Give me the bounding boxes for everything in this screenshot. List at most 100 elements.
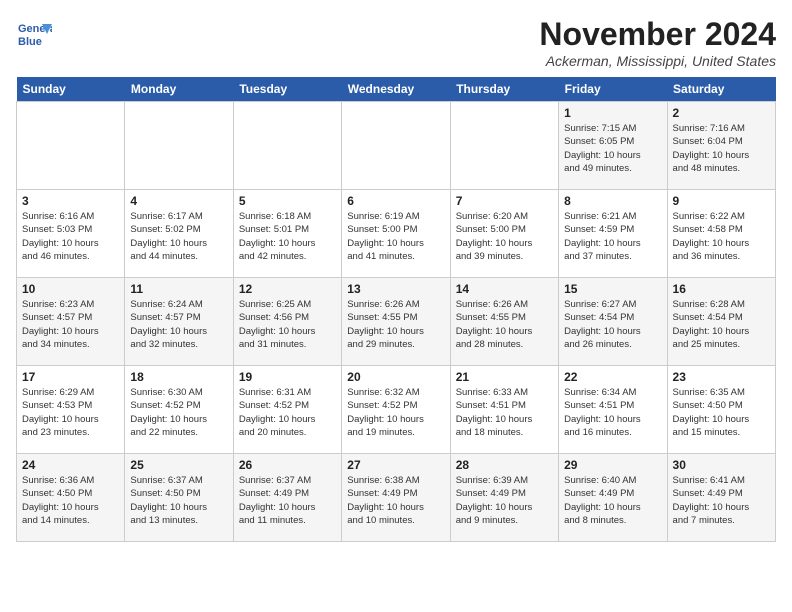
month-title: November 2024 xyxy=(539,16,776,53)
weekday-header-row: SundayMondayTuesdayWednesdayThursdayFrid… xyxy=(17,77,776,102)
calendar-day-cell: 30 Sunrise: 6:41 AM Sunset: 4:49 PM Dayli… xyxy=(667,454,775,542)
calendar-day-cell: 16 Sunrise: 6:28 AM Sunset: 4:54 PM Dayli… xyxy=(667,278,775,366)
day-info: Sunrise: 6:28 AM Sunset: 4:54 PM Dayligh… xyxy=(673,298,770,351)
calendar-day-cell: 19Sunrise: 6:31 AM Sunset: 4:52 PM Dayli… xyxy=(233,366,341,454)
calendar-day-cell xyxy=(342,102,450,190)
calendar-day-cell xyxy=(450,102,558,190)
day-number: 19 xyxy=(239,370,336,384)
weekday-header: Friday xyxy=(559,77,667,102)
day-number: 7 xyxy=(456,194,553,208)
day-info: Sunrise: 6:33 AM Sunset: 4:51 PM Dayligh… xyxy=(456,386,553,439)
day-info: Sunrise: 6:26 AM Sunset: 4:55 PM Dayligh… xyxy=(347,298,444,351)
calendar-table: SundayMondayTuesdayWednesdayThursdayFrid… xyxy=(16,77,776,542)
day-info: Sunrise: 6:38 AM Sunset: 4:49 PM Dayligh… xyxy=(347,474,444,527)
weekday-header: Thursday xyxy=(450,77,558,102)
day-number: 30 xyxy=(673,458,770,472)
calendar-day-cell: 9 Sunrise: 6:22 AM Sunset: 4:58 PM Daylig… xyxy=(667,190,775,278)
title-area: November 2024 Ackerman, Mississippi, Uni… xyxy=(539,16,776,69)
day-number: 3 xyxy=(22,194,119,208)
calendar-day-cell xyxy=(17,102,125,190)
day-info: Sunrise: 6:39 AM Sunset: 4:49 PM Dayligh… xyxy=(456,474,553,527)
day-info: Sunrise: 6:17 AM Sunset: 5:02 PM Dayligh… xyxy=(130,210,227,263)
day-info: Sunrise: 6:22 AM Sunset: 4:58 PM Dayligh… xyxy=(673,210,770,263)
day-number: 20 xyxy=(347,370,444,384)
calendar-day-cell: 18 Sunrise: 6:30 AM Sunset: 4:52 PM Dayli… xyxy=(125,366,233,454)
day-info: Sunrise: 7:16 AM Sunset: 6:04 PM Dayligh… xyxy=(673,122,770,175)
calendar-day-cell: 27 Sunrise: 6:38 AM Sunset: 4:49 PM Dayli… xyxy=(342,454,450,542)
day-info: Sunrise: 6:37 AM Sunset: 4:50 PM Dayligh… xyxy=(130,474,227,527)
day-number: 9 xyxy=(673,194,770,208)
calendar-day-cell: 2 Sunrise: 7:16 AM Sunset: 6:04 PM Daylig… xyxy=(667,102,775,190)
day-number: 6 xyxy=(347,194,444,208)
calendar-day-cell: 25 Sunrise: 6:37 AM Sunset: 4:50 PM Dayli… xyxy=(125,454,233,542)
calendar-day-cell: 6Sunrise: 6:19 AM Sunset: 5:00 PM Daylig… xyxy=(342,190,450,278)
day-number: 8 xyxy=(564,194,661,208)
day-number: 2 xyxy=(673,106,770,120)
day-number: 25 xyxy=(130,458,227,472)
calendar-day-cell: 23Sunrise: 6:35 AM Sunset: 4:50 PM Dayli… xyxy=(667,366,775,454)
calendar-day-cell: 24 Sunrise: 6:36 AM Sunset: 4:50 PM Dayli… xyxy=(17,454,125,542)
day-number: 23 xyxy=(673,370,770,384)
day-number: 29 xyxy=(564,458,661,472)
calendar-day-cell xyxy=(233,102,341,190)
day-number: 26 xyxy=(239,458,336,472)
calendar-day-cell: 20 Sunrise: 6:32 AM Sunset: 4:52 PM Dayli… xyxy=(342,366,450,454)
calendar-day-cell: 14 Sunrise: 6:26 AM Sunset: 4:55 PM Dayli… xyxy=(450,278,558,366)
day-number: 24 xyxy=(22,458,119,472)
calendar-day-cell: 26 Sunrise: 6:37 AM Sunset: 4:49 PM Dayli… xyxy=(233,454,341,542)
day-number: 5 xyxy=(239,194,336,208)
calendar-day-cell: 4Sunrise: 6:17 AM Sunset: 5:02 PM Daylig… xyxy=(125,190,233,278)
day-info: Sunrise: 6:27 AM Sunset: 4:54 PM Dayligh… xyxy=(564,298,661,351)
day-info: Sunrise: 6:20 AM Sunset: 5:00 PM Dayligh… xyxy=(456,210,553,263)
day-info: Sunrise: 6:36 AM Sunset: 4:50 PM Dayligh… xyxy=(22,474,119,527)
calendar-day-cell: 12 Sunrise: 6:25 AM Sunset: 4:56 PM Dayli… xyxy=(233,278,341,366)
day-number: 28 xyxy=(456,458,553,472)
weekday-header: Saturday xyxy=(667,77,775,102)
day-number: 18 xyxy=(130,370,227,384)
day-number: 10 xyxy=(22,282,119,296)
weekday-header: Tuesday xyxy=(233,77,341,102)
day-number: 11 xyxy=(130,282,227,296)
day-number: 27 xyxy=(347,458,444,472)
location: Ackerman, Mississippi, United States xyxy=(539,53,776,69)
day-info: Sunrise: 6:24 AM Sunset: 4:57 PM Dayligh… xyxy=(130,298,227,351)
day-number: 1 xyxy=(564,106,661,120)
calendar-week-row: 24 Sunrise: 6:36 AM Sunset: 4:50 PM Dayli… xyxy=(17,454,776,542)
day-number: 12 xyxy=(239,282,336,296)
day-info: Sunrise: 6:41 AM Sunset: 4:49 PM Dayligh… xyxy=(673,474,770,527)
weekday-header: Wednesday xyxy=(342,77,450,102)
day-info: Sunrise: 6:32 AM Sunset: 4:52 PM Dayligh… xyxy=(347,386,444,439)
calendar-day-cell: 11 Sunrise: 6:24 AM Sunset: 4:57 PM Dayli… xyxy=(125,278,233,366)
calendar-day-cell: 10 Sunrise: 6:23 AM Sunset: 4:57 PM Dayli… xyxy=(17,278,125,366)
day-number: 17 xyxy=(22,370,119,384)
day-info: Sunrise: 6:26 AM Sunset: 4:55 PM Dayligh… xyxy=(456,298,553,351)
day-number: 15 xyxy=(564,282,661,296)
day-number: 14 xyxy=(456,282,553,296)
calendar-day-cell: 1 Sunrise: 7:15 AM Sunset: 6:05 PM Daylig… xyxy=(559,102,667,190)
calendar-week-row: 17 Sunrise: 6:29 AM Sunset: 4:53 PM Dayli… xyxy=(17,366,776,454)
calendar-week-row: 1 Sunrise: 7:15 AM Sunset: 6:05 PM Daylig… xyxy=(17,102,776,190)
weekday-header: Sunday xyxy=(17,77,125,102)
calendar-day-cell: 28 Sunrise: 6:39 AM Sunset: 4:49 PM Dayli… xyxy=(450,454,558,542)
calendar-week-row: 10 Sunrise: 6:23 AM Sunset: 4:57 PM Dayli… xyxy=(17,278,776,366)
logo-icon: General Blue xyxy=(16,16,52,52)
calendar-day-cell: 7 Sunrise: 6:20 AM Sunset: 5:00 PM Daylig… xyxy=(450,190,558,278)
day-number: 16 xyxy=(673,282,770,296)
calendar-day-cell: 17 Sunrise: 6:29 AM Sunset: 4:53 PM Dayli… xyxy=(17,366,125,454)
calendar-day-cell: 8Sunrise: 6:21 AM Sunset: 4:59 PM Daylig… xyxy=(559,190,667,278)
day-info: Sunrise: 6:37 AM Sunset: 4:49 PM Dayligh… xyxy=(239,474,336,527)
day-info: Sunrise: 6:34 AM Sunset: 4:51 PM Dayligh… xyxy=(564,386,661,439)
day-info: Sunrise: 6:30 AM Sunset: 4:52 PM Dayligh… xyxy=(130,386,227,439)
calendar-week-row: 3 Sunrise: 6:16 AM Sunset: 5:03 PM Daylig… xyxy=(17,190,776,278)
day-info: Sunrise: 6:29 AM Sunset: 4:53 PM Dayligh… xyxy=(22,386,119,439)
calendar-day-cell: 21Sunrise: 6:33 AM Sunset: 4:51 PM Dayli… xyxy=(450,366,558,454)
calendar-day-cell: 13Sunrise: 6:26 AM Sunset: 4:55 PM Dayli… xyxy=(342,278,450,366)
day-info: Sunrise: 6:25 AM Sunset: 4:56 PM Dayligh… xyxy=(239,298,336,351)
day-info: Sunrise: 6:16 AM Sunset: 5:03 PM Dayligh… xyxy=(22,210,119,263)
header: General Blue November 2024 Ackerman, Mis… xyxy=(16,16,776,69)
day-info: Sunrise: 7:15 AM Sunset: 6:05 PM Dayligh… xyxy=(564,122,661,175)
logo: General Blue xyxy=(16,16,52,52)
weekday-header: Monday xyxy=(125,77,233,102)
day-info: Sunrise: 6:23 AM Sunset: 4:57 PM Dayligh… xyxy=(22,298,119,351)
calendar-day-cell xyxy=(125,102,233,190)
